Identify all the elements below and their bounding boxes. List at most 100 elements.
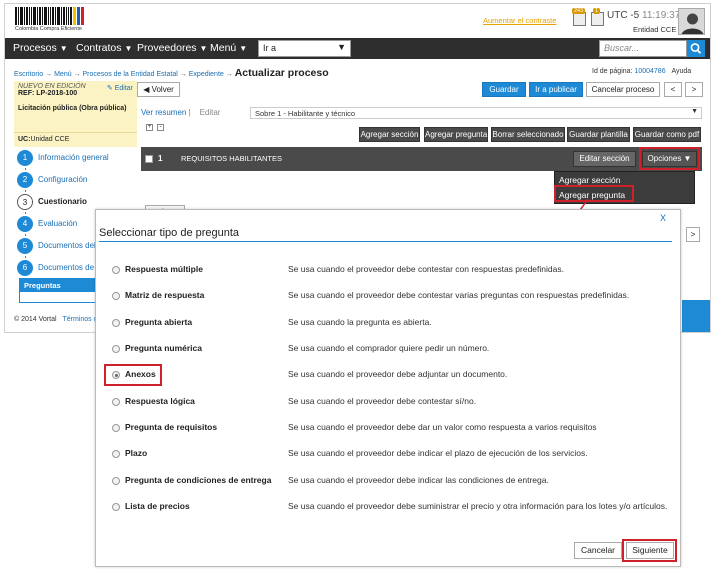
breadcrumb-menu[interactable]: Menú: [54, 71, 72, 78]
footer: © 2014 Vortal Términos c: [14, 316, 97, 323]
dropdown-add-section[interactable]: Agregar sección: [559, 175, 620, 185]
breadcrumb-escritorio[interactable]: Escritorio: [14, 71, 43, 78]
nav-proveedores[interactable]: Proveedores ▼: [137, 42, 207, 54]
purchase-unit: UC:Unidad CCE: [14, 132, 137, 147]
step-informacion-general[interactable]: 1 Información general: [14, 148, 137, 168]
timezone: UTC -5: [607, 10, 640, 21]
step-configuracion[interactable]: 2 Configuración: [14, 170, 137, 190]
search-icon: [690, 43, 702, 54]
search-input[interactable]: Buscar...: [599, 40, 687, 57]
option-lista-de-precios[interactable]: Lista de precios Se usa cuando el provee…: [96, 500, 682, 516]
radio-button[interactable]: [112, 424, 120, 432]
highlight-options: [639, 147, 700, 170]
page-id-value: 10004786: [634, 68, 666, 75]
option-plazo[interactable]: Plazo Se usa cuando el proveedor debe in…: [96, 447, 682, 463]
process-type: Licitación pública (Obra pública): [18, 105, 127, 112]
save-template-button[interactable]: Guardar plantilla: [567, 127, 630, 142]
entity-name: Entidad CCE: [633, 25, 677, 34]
cancel-process-button[interactable]: Cancelar proceso: [586, 82, 660, 97]
tasks-count: 1: [593, 8, 601, 14]
terms-link[interactable]: Términos c: [62, 316, 97, 323]
highlight-anexos: [104, 364, 162, 386]
breadcrumb: Escritorio → Menú → Procesos de la Entid…: [14, 67, 329, 79]
expand-all-icon[interactable]: +: [146, 124, 153, 131]
caret-down-icon: ▼: [59, 44, 68, 53]
section-checkbox[interactable]: [145, 155, 153, 163]
delete-selected-button[interactable]: Borrar seleccionado: [491, 127, 565, 142]
add-section-button[interactable]: Agregar sección: [359, 127, 420, 142]
goto-select[interactable]: Ir a ▼: [258, 40, 351, 57]
caret-down-icon: ▼: [199, 44, 208, 53]
section-number: 1: [158, 154, 163, 163]
close-icon[interactable]: X: [660, 213, 666, 223]
radio-button[interactable]: [112, 319, 120, 327]
prev-button[interactable]: <: [664, 82, 682, 97]
next-button[interactable]: >: [685, 82, 703, 97]
main-nav: Procesos ▼ Contratos ▼ Proveedores ▼ Menú ▼ …: [5, 38, 710, 59]
radio-button[interactable]: [112, 450, 120, 458]
caret-down-icon: ▼: [337, 42, 346, 52]
option-respuesta-logica[interactable]: Respuesta lógica Se usa cuando el provee…: [96, 395, 682, 411]
clock-time: 11:19:37: [642, 10, 681, 21]
save-pdf-button[interactable]: Guardar como pdf: [633, 127, 701, 142]
radio-button[interactable]: [112, 398, 120, 406]
edit-process-link[interactable]: ✎ Editar: [107, 84, 133, 92]
option-pregunta-numerica[interactable]: Pregunta numérica Se usa cuando el compr…: [96, 342, 682, 358]
radio-button[interactable]: [112, 503, 120, 511]
dialog-title: Seleccionar tipo de pregunta: [99, 227, 240, 239]
copyright: © 2014 Vortal: [14, 316, 57, 323]
page-next-button[interactable]: >: [686, 227, 700, 242]
pencil-icon: ✎: [106, 85, 113, 92]
highlight-add-question: [554, 185, 634, 202]
tab-editar[interactable]: Editar: [200, 108, 221, 117]
user-silhouette-icon: [681, 13, 704, 34]
radio-button[interactable]: [112, 266, 120, 274]
page-id: Id de página: 10004786 Ayuda: [592, 68, 692, 75]
back-arrow-icon: ◀: [143, 85, 150, 94]
radio-button[interactable]: [112, 292, 120, 300]
nav-procesos[interactable]: Procesos ▼: [13, 42, 68, 54]
option-pregunta-abierta[interactable]: Pregunta abierta Se usa cuando la pregun…: [96, 316, 682, 332]
caret-down-icon: ▼: [239, 44, 248, 53]
collapse-all-icon[interactable]: -: [157, 124, 164, 131]
tasks-icon[interactable]: 1: [591, 8, 604, 26]
option-respuesta-multiple[interactable]: Respuesta múltiple Se usa cuando el prov…: [96, 263, 682, 279]
user-avatar[interactable]: [678, 8, 705, 35]
highlight-siguiente: [622, 539, 677, 562]
view-tabs: Ver resumen | Editar: [141, 108, 221, 117]
back-button[interactable]: ◀ Volver: [137, 82, 180, 97]
sobre-select[interactable]: Sobre 1 - Habilitante y técnico ▼: [250, 107, 702, 119]
help-link[interactable]: Ayuda: [671, 68, 691, 75]
clock: UTC -5 11:19:37: [607, 10, 680, 21]
page-title: Actualizar proceso: [234, 67, 329, 79]
nav-contratos[interactable]: Contratos ▼: [76, 42, 132, 54]
messages-icon[interactable]: 243: [572, 8, 586, 26]
option-condiciones-de-entrega[interactable]: Pregunta de condiciones de entrega Se us…: [96, 474, 682, 490]
save-button[interactable]: Guardar: [482, 82, 526, 97]
top-header: Colombia Compra Eficiente Aumentar el co…: [5, 4, 710, 38]
section-title: REQUISITOS HABILITANTES: [181, 154, 282, 163]
publish-button[interactable]: Ir a publicar: [529, 82, 583, 97]
nav-menu[interactable]: Menú ▼: [210, 42, 247, 54]
cancel-button[interactable]: Cancelar: [574, 542, 622, 559]
caret-down-icon: ▼: [691, 108, 698, 115]
colombia-compra-logo[interactable]: Colombia Compra Eficiente: [15, 7, 105, 33]
logo-caption: Colombia Compra Eficiente: [15, 26, 82, 32]
increase-contrast-link[interactable]: Aumentar el contraste: [483, 16, 556, 25]
breadcrumb-procesos[interactable]: Procesos de la Entidad Estatal: [83, 71, 178, 78]
radio-button[interactable]: [112, 345, 120, 353]
radio-button[interactable]: [112, 477, 120, 485]
option-matriz-de-respuesta[interactable]: Matriz de respuesta Se usa cuando el pro…: [96, 289, 682, 305]
process-info-box: NUEVO EN EDICIÓN REF: LP-2018-100 Licita…: [14, 81, 137, 132]
option-pregunta-de-requisitos[interactable]: Pregunta de requisitos Se usa cuando el …: [96, 421, 682, 437]
add-question-button[interactable]: Agregar pregunta: [424, 127, 488, 142]
search-button[interactable]: [687, 40, 705, 57]
tab-ver-resumen[interactable]: Ver resumen: [141, 108, 186, 117]
messages-count: 243: [572, 8, 586, 14]
side-blue-bar: [682, 300, 710, 332]
title-divider: [99, 241, 672, 242]
option-anexos[interactable]: Anexos Se usa cuando el proveedor debe a…: [96, 368, 682, 384]
breadcrumb-expediente[interactable]: Expediente: [189, 71, 224, 78]
edit-section-button[interactable]: Editar sección: [573, 151, 636, 167]
caret-down-icon: ▼: [124, 44, 133, 53]
